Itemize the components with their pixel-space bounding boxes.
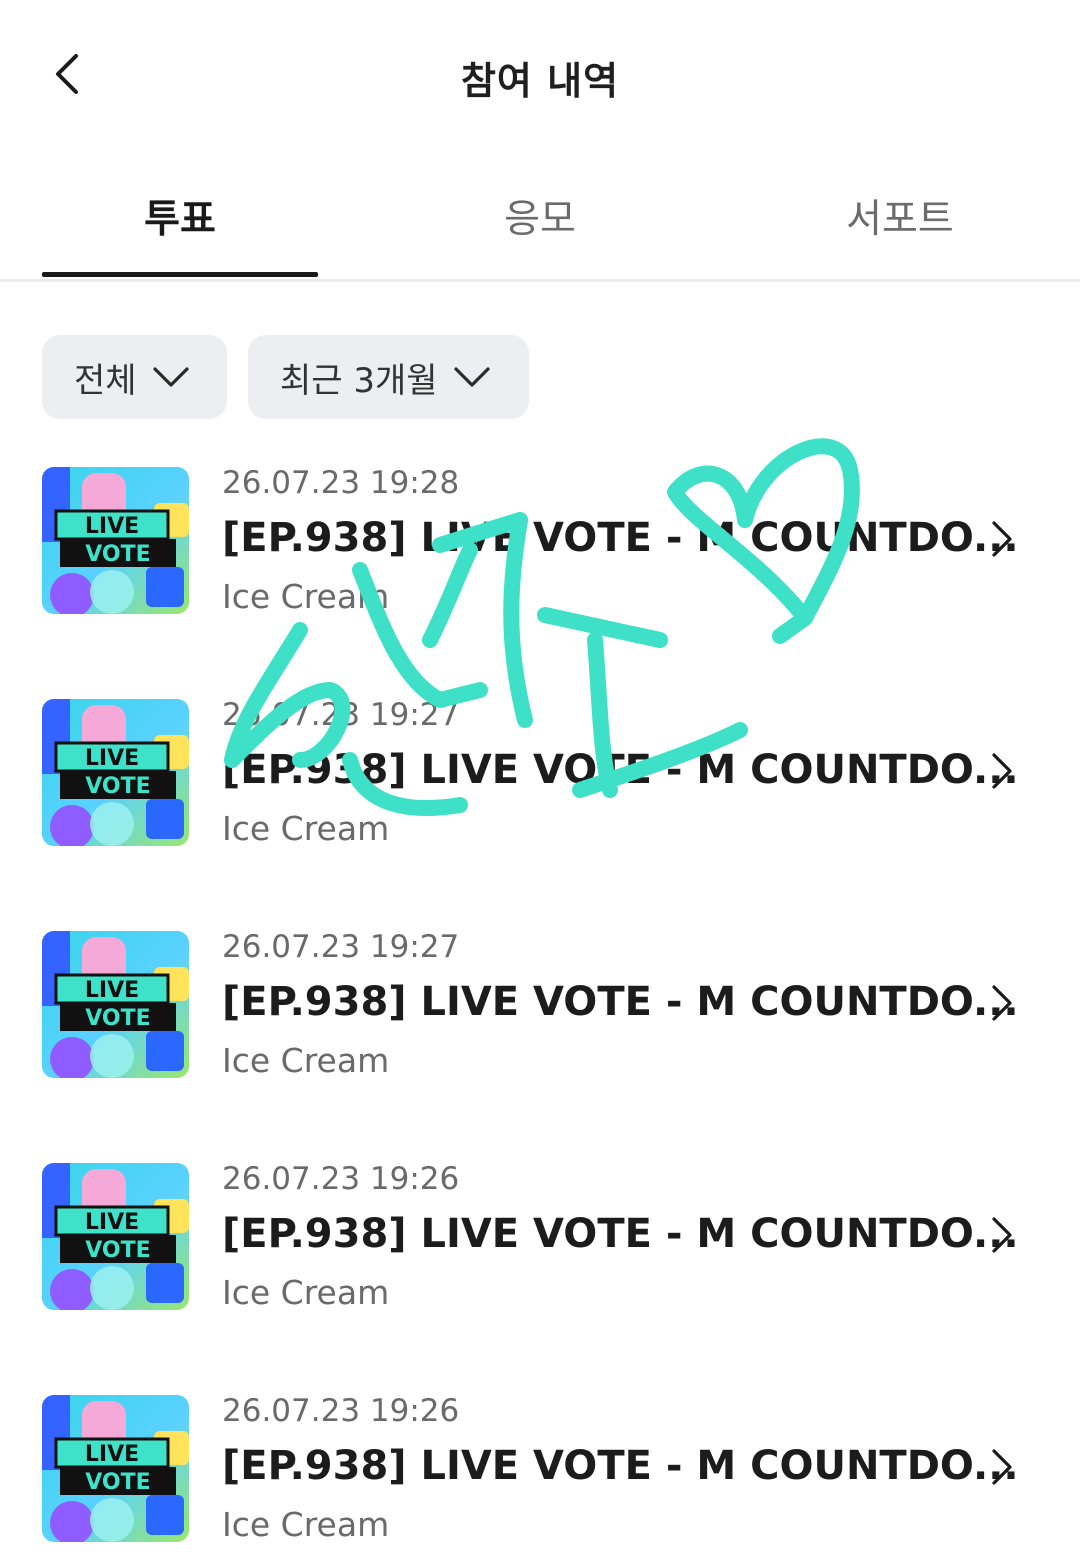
thumb-line2: VOTE bbox=[85, 1006, 150, 1031]
list-item[interactable]: LIVE VOTE 26.07.23 19:26 [EP.938] LIVE V… bbox=[0, 1161, 1080, 1312]
item-subtitle: Ice Cream bbox=[222, 1505, 390, 1544]
item-subtitle: Ice Cream bbox=[222, 1273, 390, 1312]
tab-support[interactable]: 서포트 bbox=[720, 188, 1080, 244]
item-date: 26.07.23 19:26 bbox=[222, 1161, 460, 1197]
page-title: 참여 내역 bbox=[460, 59, 620, 103]
filter-period-label: 최근 3개월 bbox=[280, 360, 438, 401]
item-date: 26.07.23 19:28 bbox=[222, 465, 460, 501]
item-subtitle: Ice Cream bbox=[222, 1041, 390, 1080]
app-header: 참여 내역 bbox=[0, 0, 1080, 150]
thumb-line2: VOTE bbox=[85, 1238, 150, 1263]
thumb-line2: VOTE bbox=[85, 1470, 150, 1495]
thumb-line2: VOTE bbox=[85, 774, 150, 799]
thumb-line1: LIVE bbox=[85, 746, 139, 771]
item-date: 26.07.23 19:27 bbox=[222, 929, 460, 965]
item-date: 26.07.23 19:26 bbox=[222, 1393, 460, 1429]
item-title: [EP.938] LIVE VOTE - M COUNTDO... bbox=[222, 747, 1019, 793]
item-title: [EP.938] LIVE VOTE - M COUNTDO... bbox=[222, 979, 1019, 1025]
item-title: [EP.938] LIVE VOTE - M COUNTDO... bbox=[222, 1211, 1019, 1257]
tab-entry[interactable]: 응모 bbox=[360, 188, 720, 244]
active-tab-indicator bbox=[42, 272, 318, 277]
thumb-line1: LIVE bbox=[85, 978, 139, 1003]
live-vote-thumbnail: LIVE VOTE bbox=[42, 467, 189, 614]
thumb-line1: LIVE bbox=[85, 1210, 139, 1235]
chevron-down-icon bbox=[453, 367, 490, 387]
item-date: 26.07.23 19:27 bbox=[222, 697, 460, 733]
item-title: [EP.938] LIVE VOTE - M COUNTDO... bbox=[222, 1443, 1019, 1489]
list-item[interactable]: LIVE VOTE 26.07.23 19:26 [EP.938] LIVE V… bbox=[0, 1393, 1080, 1544]
chevron-right-icon bbox=[992, 1217, 1012, 1253]
chevron-right-icon bbox=[992, 1449, 1012, 1485]
item-subtitle: Ice Cream bbox=[222, 809, 390, 848]
live-vote-thumbnail: LIVE VOTE bbox=[42, 699, 189, 846]
live-vote-thumbnail: LIVE VOTE bbox=[42, 931, 189, 1078]
chevron-down-icon bbox=[152, 367, 189, 387]
list-item[interactable]: LIVE VOTE 26.07.23 19:27 [EP.938] LIVE V… bbox=[0, 697, 1080, 848]
list-item[interactable]: LIVE VOTE 26.07.23 19:27 [EP.938] LIVE V… bbox=[0, 929, 1080, 1080]
thumb-line1: LIVE bbox=[85, 1442, 139, 1467]
thumb-line1: LIVE bbox=[85, 514, 139, 539]
chevron-right-icon bbox=[992, 521, 1012, 557]
item-subtitle: Ice Cream bbox=[222, 577, 390, 616]
live-vote-thumbnail: LIVE VOTE bbox=[42, 1395, 189, 1542]
live-vote-thumbnail: LIVE VOTE bbox=[42, 1163, 189, 1310]
tab-vote[interactable]: 투표 bbox=[0, 188, 360, 244]
filter-category-dropdown[interactable]: 전체 bbox=[42, 335, 227, 419]
thumb-line2: VOTE bbox=[85, 542, 150, 567]
filter-category-label: 전체 bbox=[74, 360, 137, 401]
chevron-right-icon bbox=[992, 753, 1012, 789]
tab-bar: 투표 응모 서포트 bbox=[0, 170, 1080, 282]
list-item[interactable]: LIVE VOTE 26.07.23 19:28 [EP.938] LIVE V… bbox=[0, 465, 1080, 616]
filter-period-dropdown[interactable]: 최근 3개월 bbox=[248, 335, 529, 419]
chevron-right-icon bbox=[992, 985, 1012, 1021]
item-title: [EP.938] LIVE VOTE - M COUNTDO... bbox=[222, 515, 1019, 561]
